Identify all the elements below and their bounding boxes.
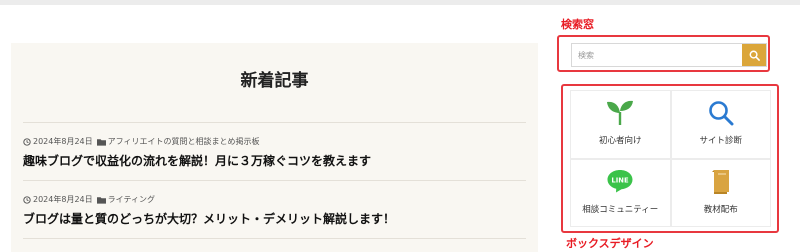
- box-item-materials[interactable]: 教材配布: [670, 158, 771, 227]
- box-item-label: 相談コミュニティー: [582, 204, 659, 215]
- divider: [23, 180, 526, 181]
- search-annotation-label: 検索窓: [561, 18, 594, 31]
- box-item-site-diagnosis[interactable]: サイト診断: [670, 90, 771, 159]
- search-form: [571, 43, 767, 67]
- post-meta: 2024年8月24日 アフィリエイトの質問と相談まとめ掲示板: [23, 136, 259, 147]
- box-annotation-label: ボックスデザイン: [566, 237, 654, 250]
- search-icon: [749, 50, 760, 61]
- clock-icon: [23, 137, 31, 146]
- folder-icon: [96, 138, 106, 146]
- box-item-community[interactable]: LINE 相談コミュニティー: [570, 158, 671, 227]
- folder-icon: [96, 196, 106, 204]
- post-meta: 2024年8月24日 ライティング: [23, 194, 155, 205]
- divider: [23, 238, 526, 239]
- box-item-label: 教材配布: [703, 204, 738, 215]
- section-title: 新着記事: [240, 71, 309, 91]
- box-item-beginners[interactable]: 初心者向け: [570, 90, 671, 159]
- search-button[interactable]: [742, 44, 766, 66]
- post-category[interactable]: アフィリエイトの質問と相談まとめ掲示板: [108, 136, 260, 147]
- post-date: 2024年8月24日: [33, 195, 93, 204]
- top-bar: [0, 0, 800, 5]
- search-icon: [708, 101, 734, 126]
- post-date: 2024年8月24日: [33, 137, 93, 146]
- sprout-icon: [607, 100, 634, 125]
- search-input[interactable]: [572, 44, 742, 66]
- clock-icon: [23, 195, 31, 204]
- post-title-link[interactable]: 趣味ブログで収益化の流れを解説！月に３万稼ぐコツを教えます: [23, 152, 371, 169]
- box-menu: 初心者向け サイト診断 LINE 相談コミュニティー 教材配布: [570, 90, 771, 227]
- line-icon-text: LINE: [612, 176, 630, 184]
- post-title-link[interactable]: ブログは量と質のどっちが大切？メリット・デメリット解説します！: [23, 210, 395, 227]
- new-posts-section: 新着記事 2024年8月24日 アフィリエイトの質問と相談まとめ掲示板 趣味ブロ…: [11, 43, 538, 252]
- divider: [23, 122, 526, 123]
- box-item-label: 初心者向け: [598, 136, 642, 146]
- box-item-label: サイト診断: [699, 136, 742, 146]
- book-icon: [711, 169, 729, 194]
- line-chat-icon: LINE: [607, 169, 633, 192]
- post-category[interactable]: ライティング: [108, 194, 155, 205]
